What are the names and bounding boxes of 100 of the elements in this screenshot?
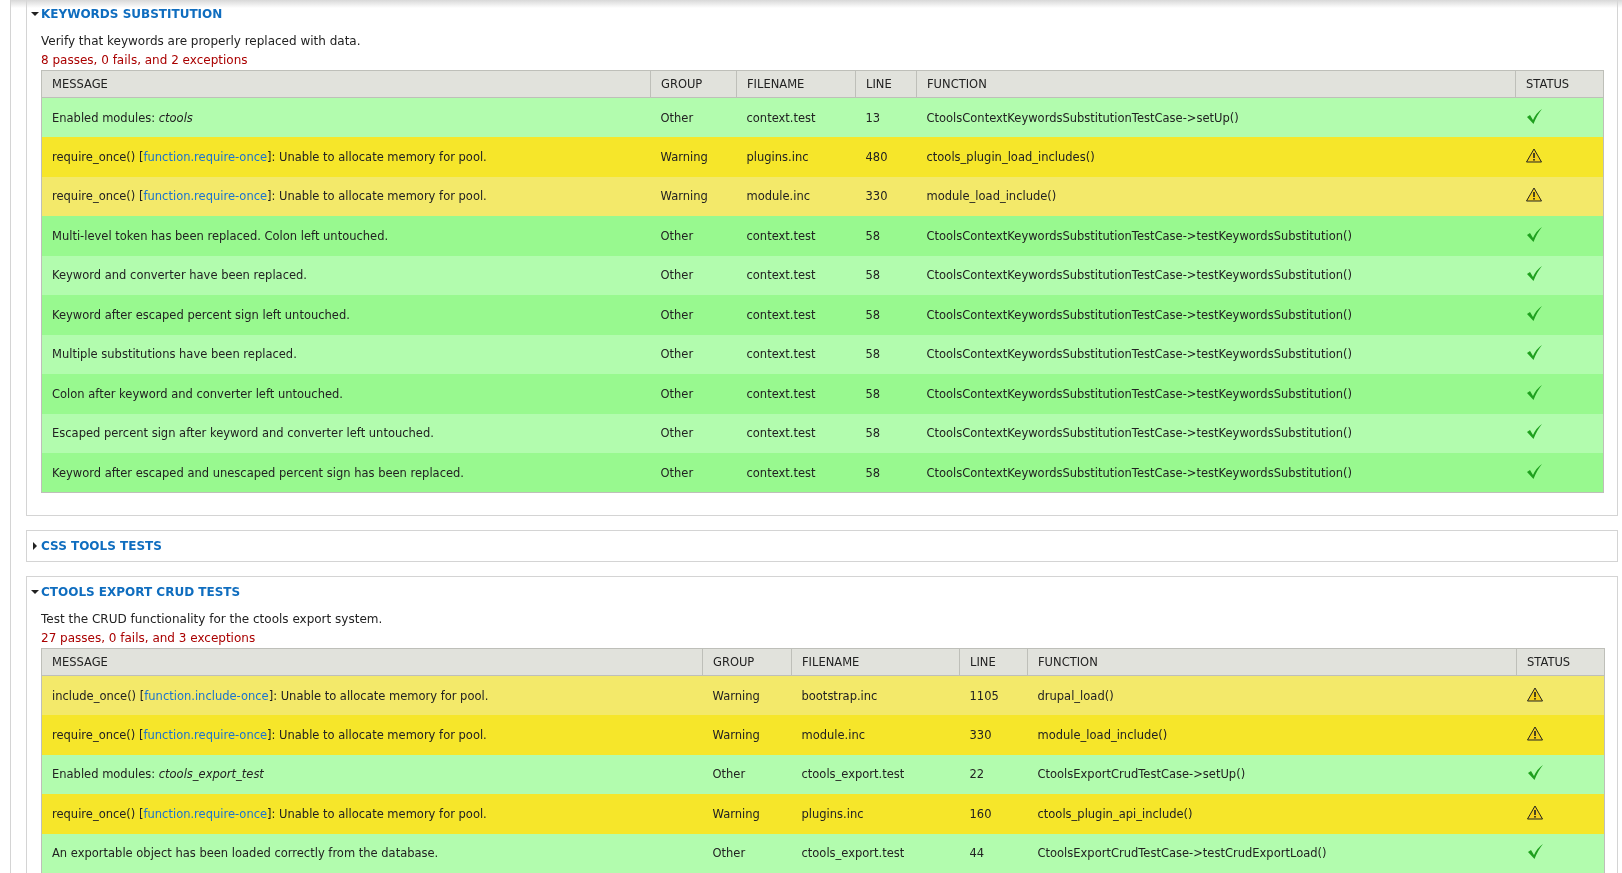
- message-cell: Multiple substitutions have been replaced.: [41, 334, 651, 374]
- function-cell: CtoolsContextKeywordsSubstitutionTestCase->testKeywordsSubstitution(): [916, 453, 1516, 493]
- message-cell: require_once() [function.require-once]: Unable to allocate memory for pool.: [41, 715, 703, 755]
- test-description: Test the CRUD functionality for the ctools export system.: [41, 612, 384, 626]
- filename-cell: context.test: [736, 374, 856, 414]
- group-cell: Warning: [702, 715, 792, 755]
- caret-icon: [31, 542, 39, 550]
- filename-cell: module.inc: [791, 715, 960, 755]
- column-header: MESSAGE: [41, 70, 651, 98]
- function-cell: CtoolsExportCrudTestCase->testCrudExportLoad(): [1027, 833, 1517, 873]
- line-cell: 330: [855, 176, 917, 216]
- function-cell: drupal_load(): [1027, 675, 1517, 715]
- column-header: LINE: [959, 648, 1028, 676]
- group-cell: Other: [650, 374, 737, 414]
- group-cell: Other: [650, 453, 737, 493]
- function-cell: ctools_plugin_load_includes(): [916, 137, 1516, 177]
- line-cell: 160: [959, 794, 1028, 834]
- column-header: GROUP: [650, 70, 737, 98]
- filename-cell: context.test: [736, 255, 856, 295]
- group-cell: Other: [702, 754, 792, 794]
- message-cell: Keyword and converter have been replaced.: [41, 255, 651, 295]
- group-cell: Other: [702, 833, 792, 873]
- function-cell: CtoolsContextKeywordsSubstitutionTestCase->testKeywordsSubstitution(): [916, 255, 1516, 295]
- function-cell: module_load_include(): [916, 176, 1516, 216]
- message-cell: Keyword after escaped and unescaped percent sign has been replaced.: [41, 453, 651, 493]
- message-cell: Escaped percent sign after keyword and converter left untouched.: [41, 413, 651, 453]
- caret-icon: [31, 10, 39, 18]
- column-header: FILENAME: [736, 70, 856, 98]
- test-description: Verify that keywords are properly replaced with data.: [41, 34, 362, 48]
- function-link[interactable]: function.require-once: [143, 189, 268, 204]
- column-header: GROUP: [702, 648, 792, 676]
- group-cell: Warning: [702, 675, 792, 715]
- column-header: STATUS: [1515, 70, 1604, 98]
- function-link[interactable]: function.require-once: [143, 727, 268, 742]
- group-cell: Other: [650, 413, 737, 453]
- column-header: FUNCTION: [916, 70, 1516, 98]
- column-header: MESSAGE: [41, 648, 703, 676]
- test-summary: 8 passes, 0 fails, and 2 exceptions: [41, 53, 249, 67]
- group-cell: Other: [650, 334, 737, 374]
- message-cell: Enabled modules: ctools_export_test: [41, 754, 703, 794]
- function-cell: module_load_include(): [1027, 715, 1517, 755]
- filename-cell: plugins.inc: [791, 794, 960, 834]
- function-link[interactable]: function.require-once: [143, 149, 268, 164]
- function-cell: CtoolsContextKeywordsSubstitutionTestCase->testKeywordsSubstitution(): [916, 295, 1516, 335]
- line-cell: 480: [855, 137, 917, 177]
- line-cell: 58: [855, 334, 917, 374]
- message-cell: Keyword after escaped percent sign left untouched.: [41, 295, 651, 335]
- filename-cell: context.test: [736, 216, 856, 256]
- message-cell: include_once() [function.include-once]: Unable to allocate memory for pool.: [41, 675, 703, 715]
- column-header: FILENAME: [791, 648, 960, 676]
- line-cell: 58: [855, 413, 917, 453]
- line-cell: 330: [959, 715, 1028, 755]
- function-cell: CtoolsContextKeywordsSubstitutionTestCase->testKeywordsSubstitution(): [916, 216, 1516, 256]
- filename-cell: module.inc: [736, 176, 856, 216]
- message-cell: require_once() [function.require-once]: Unable to allocate memory for pool.: [41, 137, 651, 177]
- group-cell: Other: [650, 97, 737, 137]
- filename-cell: context.test: [736, 453, 856, 493]
- filename-cell: context.test: [736, 295, 856, 335]
- function-cell: CtoolsContextKeywordsSubstitutionTestCase->testKeywordsSubstitution(): [916, 413, 1516, 453]
- line-cell: 58: [855, 216, 917, 256]
- line-cell: 22: [959, 754, 1028, 794]
- function-cell: CtoolsContextKeywordsSubstitutionTestCase->testKeywordsSubstitution(): [916, 374, 1516, 414]
- section-toggle[interactable]: KEYWORDS SUBSTITUTION: [31, 7, 223, 21]
- message-cell: An exportable object has been loaded correctly from the database.: [41, 833, 703, 873]
- group-cell: Warning: [702, 794, 792, 834]
- test-summary: 27 passes, 0 fails, and 3 exceptions: [41, 631, 257, 645]
- filename-cell: ctools_export.test: [791, 754, 960, 794]
- line-cell: 58: [855, 255, 917, 295]
- line-cell: 58: [855, 295, 917, 335]
- message-cell: Enabled modules: ctools: [41, 97, 651, 137]
- line-cell: 13: [855, 97, 917, 137]
- group-cell: Other: [650, 295, 737, 335]
- caret-icon: [31, 588, 39, 596]
- message-cell: Colon after keyword and converter left untouched.: [41, 374, 651, 414]
- message-cell: require_once() [function.require-once]: Unable to allocate memory for pool.: [41, 176, 651, 216]
- column-header: LINE: [855, 70, 917, 98]
- line-cell: 44: [959, 833, 1028, 873]
- function-cell: CtoolsContextKeywordsSubstitutionTestCase->setUp(): [916, 97, 1516, 137]
- filename-cell: ctools_export.test: [791, 833, 960, 873]
- line-cell: 58: [855, 453, 917, 493]
- filename-cell: plugins.inc: [736, 137, 856, 177]
- column-header: FUNCTION: [1027, 648, 1517, 676]
- group-cell: Other: [650, 255, 737, 295]
- line-cell: 1105: [959, 675, 1028, 715]
- message-cell: Multi-level token has been replaced. Colon left untouched.: [41, 216, 651, 256]
- filename-cell: bootstrap.inc: [791, 675, 960, 715]
- filename-cell: context.test: [736, 334, 856, 374]
- group-cell: Warning: [650, 176, 737, 216]
- function-link[interactable]: function.require-once: [143, 806, 268, 821]
- function-cell: ctools_plugin_api_include(): [1027, 794, 1517, 834]
- filename-cell: context.test: [736, 97, 856, 137]
- function-link[interactable]: function.include-once: [144, 688, 269, 703]
- line-cell: 58: [855, 374, 917, 414]
- filename-cell: context.test: [736, 413, 856, 453]
- function-cell: CtoolsExportCrudTestCase->setUp(): [1027, 754, 1517, 794]
- group-cell: Other: [650, 216, 737, 256]
- function-cell: CtoolsContextKeywordsSubstitutionTestCase->testKeywordsSubstitution(): [916, 334, 1516, 374]
- section-toggle[interactable]: CTOOLS EXPORT CRUD TESTS: [31, 585, 241, 599]
- section-toggle[interactable]: CSS TOOLS TESTS: [31, 539, 162, 553]
- column-header: STATUS: [1516, 648, 1605, 676]
